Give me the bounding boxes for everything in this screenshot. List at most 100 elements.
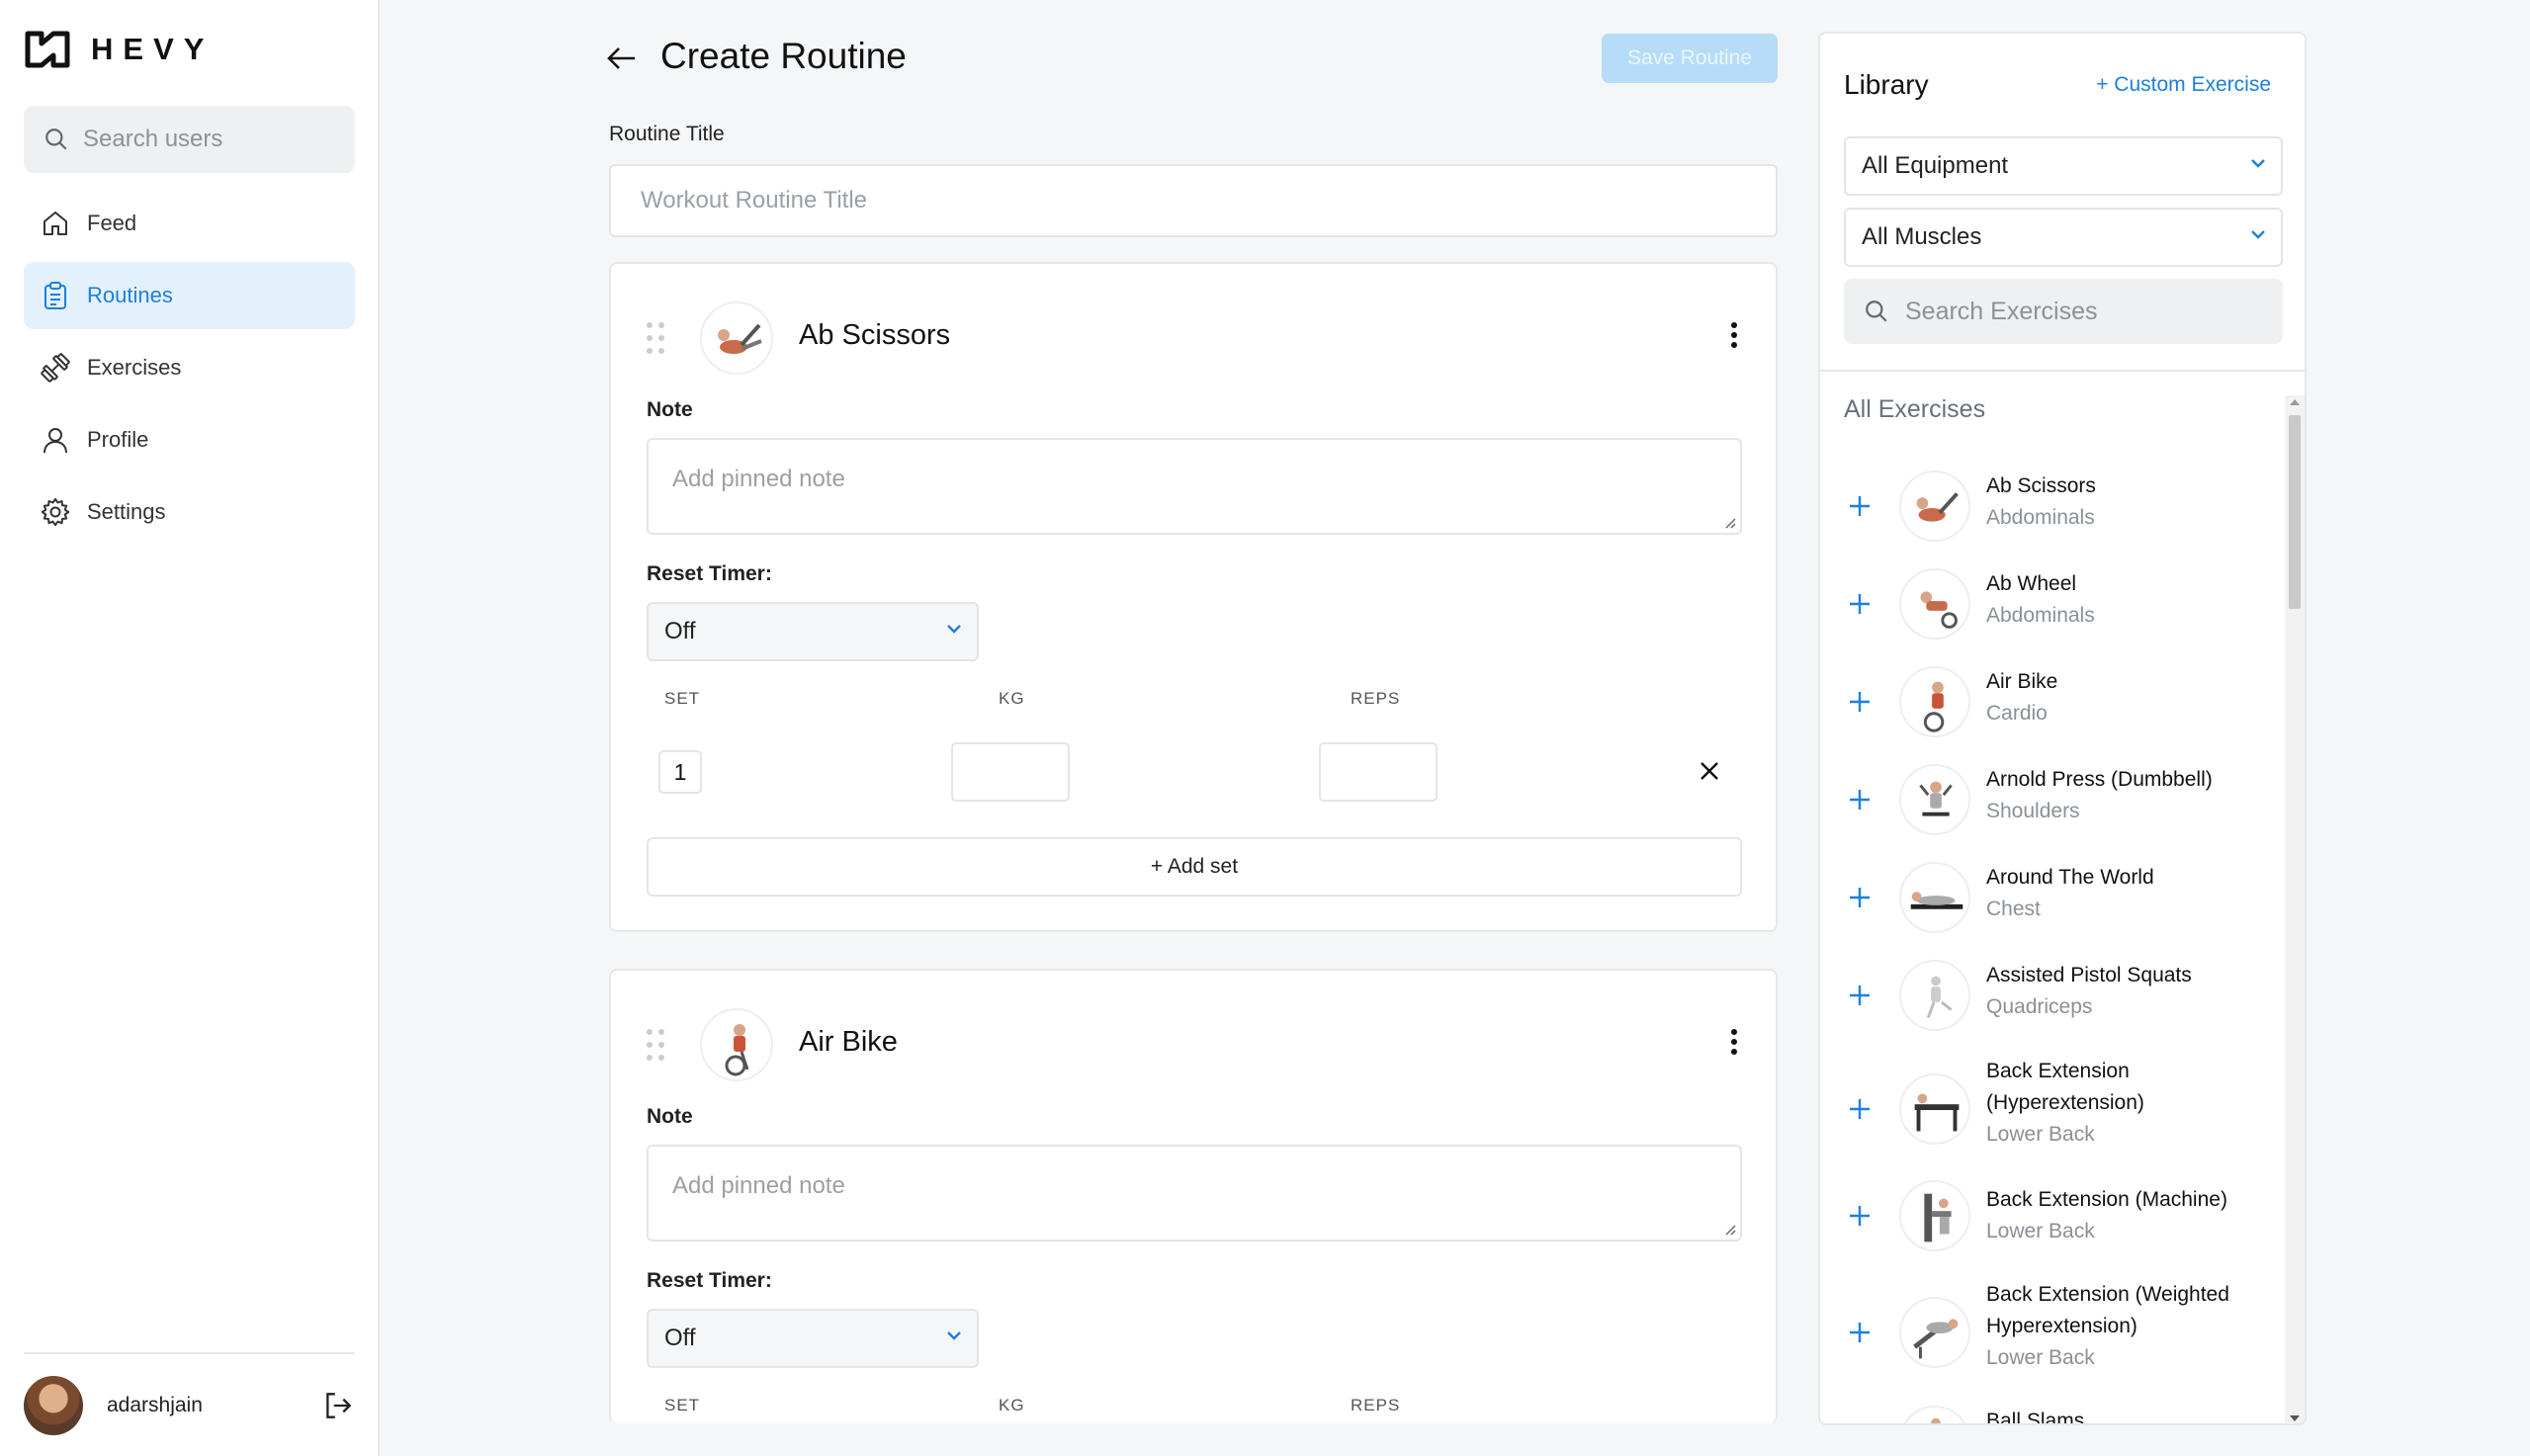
exercise-figure-icon [1924,1193,1952,1242]
exercise-item-name: Ball Slams [1986,1410,2085,1425]
divider [1820,370,2305,372]
user-panel: adarshjain [24,1352,355,1435]
exercise-thumbnail [1899,862,1970,933]
all-exercises-heading: All Exercises [1844,395,1986,423]
exercise-card: Ab Scissors Note Add pinned note Reset T… [609,262,1778,932]
col-header-set: SET [664,689,701,708]
exercise-item-muscle: Abdominals [1986,506,2095,529]
exercise-item-muscle: Cardio [1986,702,2048,725]
note-placeholder: Add pinned note [672,1172,845,1199]
exercise-thumbnail [1899,666,1970,737]
search-icon [45,128,67,150]
scrollbar-thumb[interactable] [2289,415,2301,609]
routine-title-input[interactable]: Workout Routine Title [609,164,1778,237]
exercise-thumbnail [1899,960,1970,1031]
exercise-item-muscle: Quadriceps [1986,995,2093,1018]
plus-icon[interactable] [1848,1321,1872,1344]
search-exercises-input[interactable]: Search Exercises [1844,279,2283,344]
exercise-name: Ab Scissors [799,319,951,351]
resize-handle-icon[interactable] [1724,1224,1736,1236]
chevron-down-icon [947,1331,961,1340]
brand-name: HEVY [91,32,215,66]
more-options-icon[interactable] [1730,1028,1738,1056]
exercise-item-muscle: Chest [1986,898,2041,920]
search-users-input[interactable]: Search users [24,106,355,173]
col-header-reps: REPS [1351,1396,1401,1414]
exercise-item-name: Assisted Pistol Squats [1986,964,2192,986]
back-arrow-icon[interactable] [605,42,639,75]
sidebar-item-label: Settings [87,499,166,524]
sidebar-item-profile[interactable]: Profile [24,406,355,473]
library-scrollbar[interactable] [2285,395,2305,1423]
exercise-thumbnail [1899,1180,1970,1251]
reset-timer-select[interactable]: Off [647,602,979,661]
plus-icon[interactable] [1848,494,1872,518]
user-icon [44,428,67,454]
exercise-thumbnail [1899,471,1970,542]
plus-icon[interactable] [1848,886,1872,909]
ab-scissors-figure-icon [718,323,762,354]
plus-icon[interactable] [1848,1097,1872,1121]
avatar[interactable] [24,1376,83,1435]
exercise-card: Air Bike Note Add pinned note Reset Time… [609,969,1778,1423]
col-header-kg: KG [999,689,1025,708]
reset-timer-label: Reset Timer: [647,1269,772,1292]
exercise-thumbnail [1899,764,1970,835]
list-item-text: Around The World Chest [1986,862,2273,925]
note-placeholder: Add pinned note [672,466,845,492]
list-item-text: Back Extension (Hyperextension) Lower Ba… [1986,1056,2273,1151]
exercise-thumbnail [700,301,773,375]
note-textarea[interactable]: Add pinned note [647,1145,1742,1242]
sidebar-item-routines[interactable]: Routines [24,262,355,329]
search-icon [1866,300,1887,322]
exercise-item-name: Arnold Press (Dumbbell) [1986,768,2213,791]
drag-handle-icon[interactable] [645,1028,666,1062]
drag-handle-icon[interactable] [645,321,666,355]
exercise-thumbnail [1899,568,1970,640]
close-icon[interactable] [1699,760,1720,782]
sidebar-item-feed[interactable]: Feed [24,190,355,257]
reset-timer-value: Off [664,1325,696,1351]
exercise-name: Air Bike [799,1026,898,1058]
chevron-down-icon [947,625,961,634]
sidebar-item-label: Feed [87,211,137,235]
brand-logo[interactable]: HEVY [24,30,214,69]
resize-handle-icon[interactable] [1724,517,1736,529]
logout-icon[interactable] [321,1389,355,1422]
exercise-item-name: Ab Scissors [1986,474,2096,497]
equipment-select[interactable]: All Equipment [1844,136,2283,196]
reps-input[interactable] [1319,742,1438,802]
plus-icon[interactable] [1848,788,1872,812]
plus-icon[interactable] [1848,690,1872,714]
equipment-value: All Equipment [1862,152,2009,179]
more-options-icon[interactable] [1730,321,1738,349]
scroll-up-arrow-icon[interactable] [2290,399,2300,405]
kg-input[interactable] [951,742,1070,802]
list-item-text: Ab Scissors Abdominals [1986,471,2273,534]
save-routine-button[interactable]: Save Routine [1602,34,1778,83]
exercise-figure-icon [1910,892,1963,909]
muscles-select[interactable]: All Muscles [1844,208,2283,267]
set-number: 1 [658,750,702,794]
plus-icon[interactable] [1848,984,1872,1007]
exercise-item-name: Ab Wheel [1986,572,2077,595]
custom-exercise-link[interactable]: + Custom Exercise [2096,73,2271,97]
plus-icon[interactable] [1848,592,1872,616]
note-textarea[interactable]: Add pinned note [647,438,1742,535]
list-item-text: Air Bike Cardio [1986,666,2273,729]
dumbbell-icon [41,353,70,383]
col-header-kg: KG [999,1396,1025,1414]
search-users-placeholder: Search users [83,126,223,152]
add-set-button[interactable]: + Add set [647,837,1742,897]
plus-icon[interactable] [1848,1204,1872,1228]
exercise-item-name: Back Extension (Hyperextension) [1986,1060,2144,1114]
exercise-figure-icon [1931,1417,1941,1423]
sidebar-item-exercises[interactable]: Exercises [24,334,355,401]
air-bike-figure-icon [725,1024,749,1076]
exercise-figure-icon [1916,492,1959,522]
reset-timer-select[interactable]: Off [647,1309,979,1368]
scroll-down-arrow-icon[interactable] [2290,1415,2300,1421]
exercise-thumbnail [700,1008,773,1081]
sidebar-nav: Feed Routines Exercises Profile Settings [24,190,355,551]
sidebar-item-settings[interactable]: Settings [24,478,355,546]
